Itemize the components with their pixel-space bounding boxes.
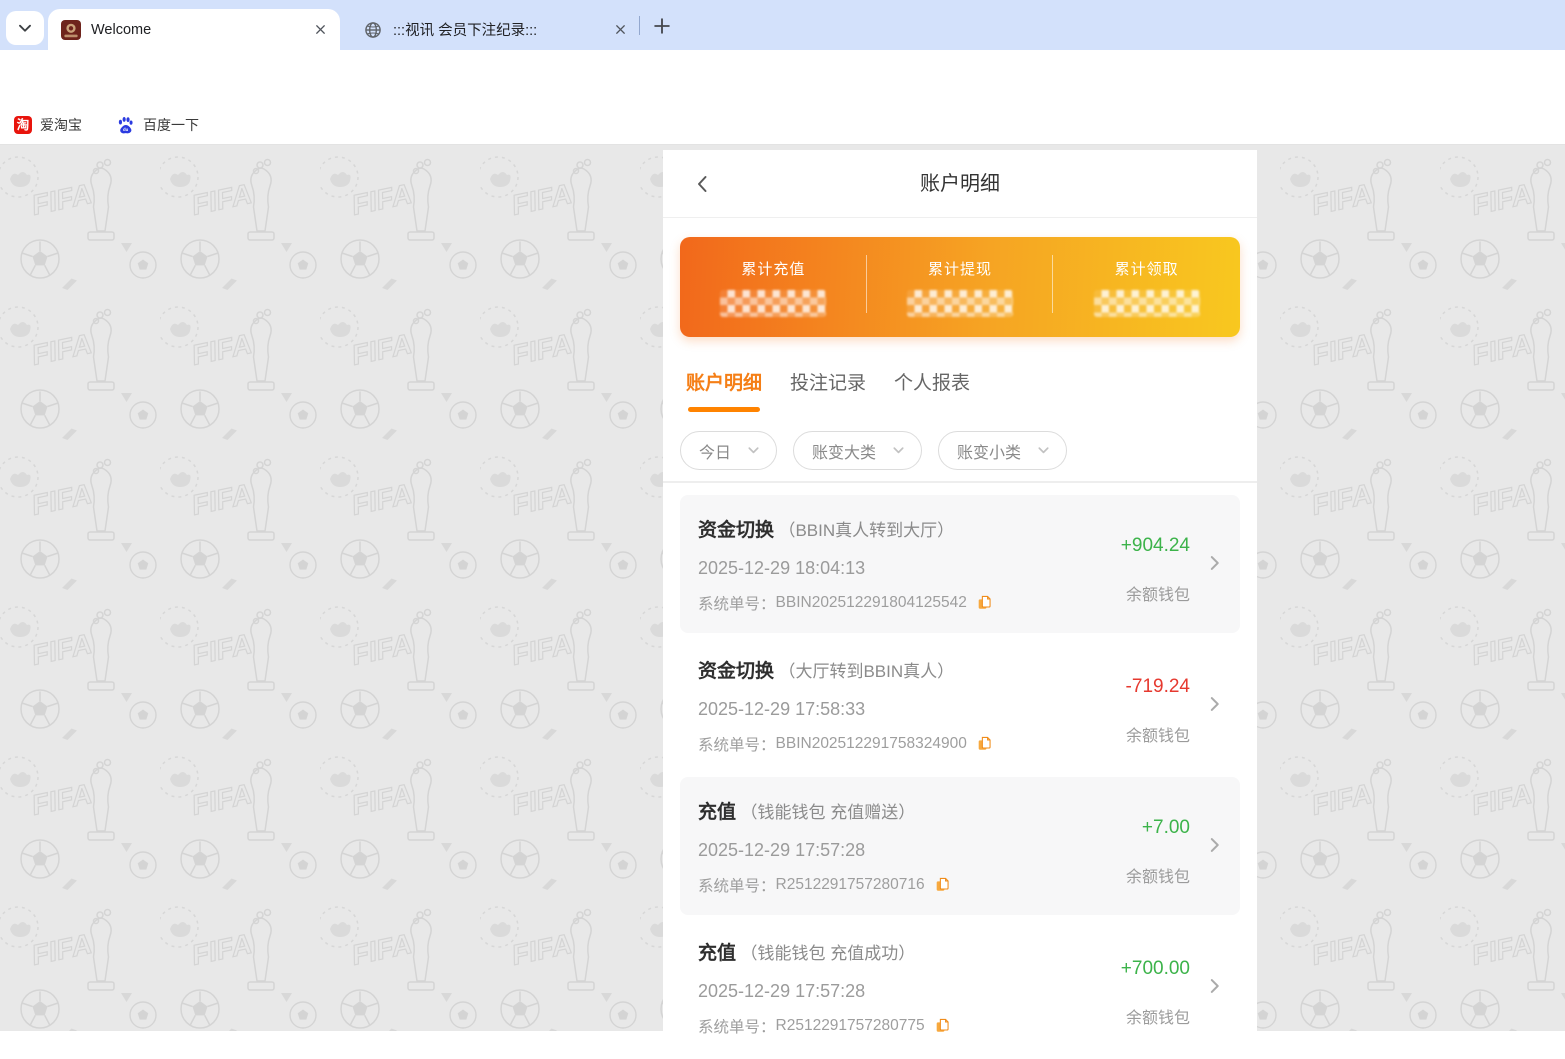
record-order-number: BBIN202512291758324900 (775, 735, 967, 752)
record-order-label: 系统单号： (698, 737, 776, 754)
chevron-down-icon (1038, 447, 1049, 454)
bookmark-label: 百度一下 (143, 116, 199, 133)
tab-search-button[interactable] (6, 11, 44, 45)
record-type: 资金切换 (698, 661, 775, 682)
record-order-label: 系统单号： (698, 878, 776, 895)
summary-card: 累计充值 累计提现 累计领取 (680, 237, 1240, 337)
globe-icon (365, 21, 381, 38)
record-wallet: 余额钱包 (1125, 1010, 1190, 1027)
record-desc: （BBIN真人转到大厅） (778, 521, 955, 540)
record-type: 资金切换 (698, 520, 775, 541)
summary-value-censored (720, 290, 827, 317)
tabstrip-divider (639, 16, 640, 35)
record-order-number: BBIN202512291804125542 (775, 594, 967, 611)
tab-personal-report[interactable]: 个人报表 (894, 368, 970, 412)
record-order-number: R2512291757280716 (775, 876, 925, 893)
browser-tab-welcome[interactable]: Welcome (48, 9, 340, 50)
panel-header: 账户明细 (663, 150, 1257, 218)
tab-close-icon[interactable] (310, 20, 330, 40)
chevron-right-icon[interactable] (1204, 552, 1226, 574)
account-detail-panel: 账户明细 累计充值 累计提现 累计领取 账户明细 投注记录 个人报表 今日 账变… (663, 150, 1257, 1056)
record-wallet: 余额钱包 (1125, 587, 1190, 604)
browser-toolbar: 175616.cc/reports/index?tab=0 (0, 50, 1565, 146)
record-amount: -719.24 (1125, 676, 1190, 697)
summary-item-deposit: 累计充值 (680, 237, 867, 337)
record-amount: +904.24 (1120, 535, 1190, 556)
filter-label: 账变小类 (957, 444, 1022, 462)
active-tab-underline (688, 407, 760, 412)
taobao-icon: 淘 (14, 115, 32, 134)
back-chevron-icon[interactable] (691, 172, 715, 196)
chevron-down-icon (19, 24, 31, 32)
filter-row: 今日 账变大类 账变小类 (680, 431, 1068, 470)
browser-tab-records[interactable]: :::视讯 会员下注纪录::: (350, 9, 638, 50)
record-type: 充值 (698, 943, 737, 964)
records-list: 资金切换 （BBIN真人转到大厅） 2025-12-29 18:04:13 系统… (680, 495, 1240, 1059)
filter-label: 今日 (699, 444, 732, 462)
record-amount: +7.00 (1141, 817, 1190, 838)
new-tab-button[interactable] (648, 12, 676, 40)
copy-icon[interactable] (975, 735, 993, 753)
record-desc: （钱能钱包 充值成功） (740, 944, 916, 963)
plus-icon (654, 18, 670, 34)
filter-date-dropdown[interactable]: 今日 (680, 431, 778, 470)
tab-title: Welcome (91, 21, 152, 38)
copy-icon[interactable] (933, 876, 951, 894)
copy-icon[interactable] (933, 1017, 951, 1035)
record-type: 充值 (698, 802, 737, 823)
section-divider (663, 481, 1257, 483)
chevron-right-icon[interactable] (1204, 834, 1226, 856)
tab-label: 账户明细 (686, 373, 763, 394)
chevron-down-icon (748, 447, 759, 454)
bookmarks-bar: 淘 爱淘宝 du 百度一下 (0, 105, 1565, 145)
record-desc: （大厅转到BBIN真人） (778, 662, 955, 681)
bookmark-baidu[interactable]: du 百度一下 (116, 115, 199, 135)
record-amount: +700.00 (1120, 958, 1190, 979)
filter-label: 账变大类 (812, 444, 877, 462)
record-order-label: 系统单号： (698, 1019, 776, 1036)
tab-label: 个人报表 (894, 373, 971, 394)
tab-close-icon[interactable] (610, 20, 630, 40)
chevron-right-icon[interactable] (1204, 975, 1226, 997)
summary-item-claim: 累计领取 (1053, 237, 1240, 337)
record-desc: （钱能钱包 充值赠送） (740, 803, 916, 822)
record-item[interactable]: 充值 （钱能钱包 充值赠送） 2025-12-29 17:57:28 系统单号：… (680, 777, 1240, 915)
record-item[interactable]: 资金切换 （大厅转到BBIN真人） 2025-12-29 17:58:33 系统… (680, 636, 1240, 774)
copy-icon[interactable] (975, 594, 993, 612)
filter-major-type-dropdown[interactable]: 账变大类 (793, 431, 923, 470)
record-item[interactable]: 资金切换 （BBIN真人转到大厅） 2025-12-29 18:04:13 系统… (680, 495, 1240, 633)
summary-value-censored (1093, 290, 1200, 317)
chevron-right-icon[interactable] (1204, 693, 1226, 715)
page-title: 账户明细 (920, 173, 1000, 195)
summary-item-withdraw: 累计提现 (867, 237, 1054, 337)
tab-bet-records[interactable]: 投注记录 (790, 368, 866, 412)
bookmark-aitaobao[interactable]: 淘 爱淘宝 (14, 115, 82, 135)
baidu-paw-icon: du (118, 116, 133, 134)
bookmark-label: 爱淘宝 (40, 116, 82, 133)
site-favicon (61, 19, 81, 40)
svg-text:du: du (123, 127, 129, 132)
section-tabs: 账户明细 投注记录 个人报表 (686, 368, 970, 412)
record-wallet: 余额钱包 (1125, 869, 1190, 886)
summary-value-censored (907, 290, 1013, 317)
chevron-down-icon (893, 447, 904, 454)
tab-label: 投注记录 (790, 373, 867, 394)
browser-tab-strip: Welcome :::视讯 会员下注纪录::: (0, 0, 1565, 50)
tab-title: :::视讯 会员下注纪录::: (393, 23, 538, 39)
tab-account-details[interactable]: 账户明细 (686, 368, 762, 412)
record-order-label: 系统单号： (698, 596, 776, 613)
summary-label: 累计提现 (928, 261, 993, 278)
record-order-number: R2512291757280775 (775, 1017, 925, 1034)
record-item[interactable]: 充值 （钱能钱包 充值成功） 2025-12-29 17:57:28 系统单号：… (680, 918, 1240, 1056)
filter-minor-type-dropdown[interactable]: 账变小类 (938, 431, 1068, 470)
record-wallet: 余额钱包 (1125, 728, 1190, 745)
summary-label: 累计领取 (1114, 261, 1179, 278)
summary-label: 累计充值 (741, 261, 806, 278)
